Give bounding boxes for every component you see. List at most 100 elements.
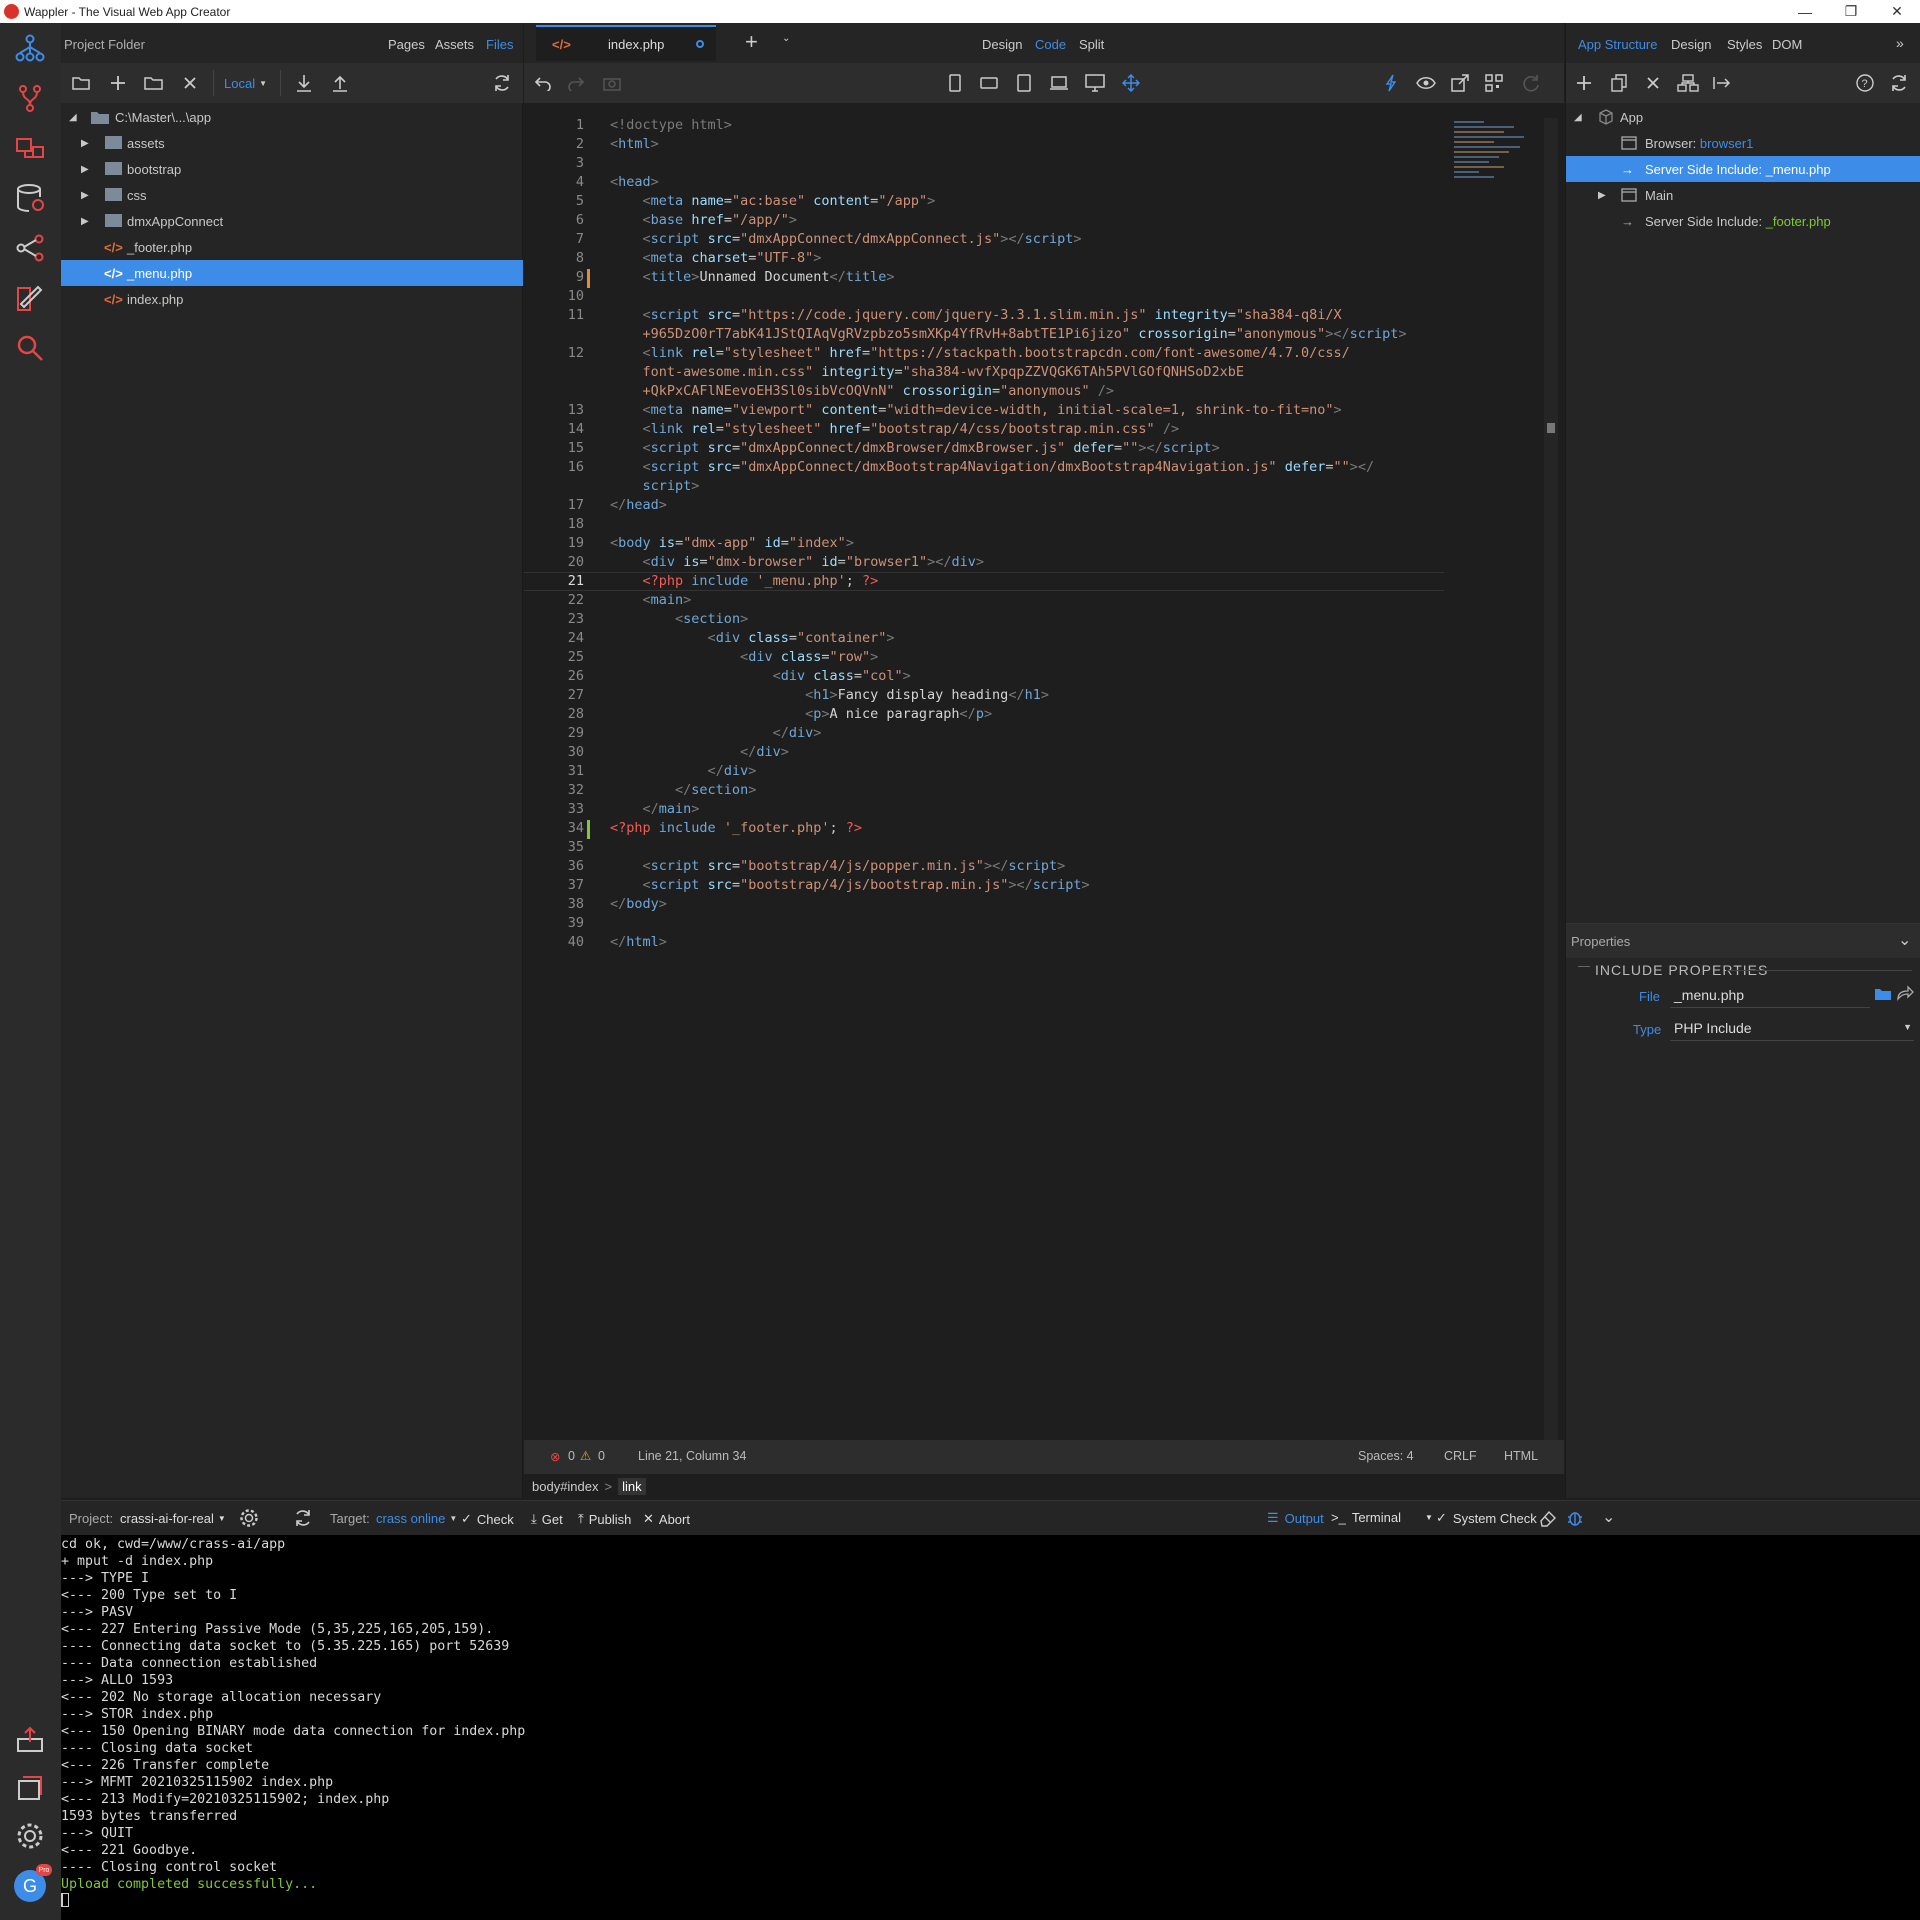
tree-node-main[interactable]: ▶ Main — [1566, 182, 1920, 208]
download-icon[interactable] — [291, 70, 317, 96]
tree-folder[interactable]: ▶ css — [61, 182, 523, 208]
device-phone-landscape-icon[interactable] — [976, 70, 1002, 96]
publish-icon[interactable] — [10, 1720, 50, 1760]
code-line[interactable]: <!doctype html> — [610, 117, 732, 133]
screenshot-icon[interactable] — [599, 70, 625, 96]
maximize-button[interactable]: ❐ — [1828, 0, 1874, 23]
upload-icon[interactable] — [327, 70, 353, 96]
sync-icon[interactable] — [293, 1508, 313, 1528]
tree-node-browser[interactable]: Browser: browser1 — [1566, 130, 1920, 156]
code-line[interactable]: <meta name="viewport" content="width=dev… — [610, 402, 1342, 418]
code-line[interactable]: <link rel="stylesheet" href="https://sta… — [610, 345, 1350, 361]
duplicate-icon[interactable] — [1606, 70, 1632, 96]
indent-setting[interactable]: Spaces: 4 — [1358, 1449, 1414, 1463]
device-laptop-icon[interactable] — [1046, 70, 1072, 96]
code-line[interactable]: </main> — [610, 801, 700, 817]
warning-icon[interactable]: ⚠ — [580, 1448, 591, 1463]
redo-icon[interactable] — [564, 70, 590, 96]
publish-button[interactable]: ⤒ Publish — [578, 1511, 631, 1527]
code-line[interactable]: </body> — [610, 896, 667, 912]
get-button[interactable]: ⤓ Get — [531, 1511, 563, 1527]
device-phone-icon[interactable] — [942, 70, 968, 96]
code-line[interactable]: <base href="/app/"> — [610, 212, 798, 228]
file-field[interactable]: _menu.php — [1670, 982, 1870, 1008]
code-minimap[interactable] — [1454, 118, 1534, 228]
type-select[interactable]: PHP Include ▼ — [1670, 1015, 1914, 1041]
tree-node-menu-include[interactable]: → Server Side Include: _menu.php — [1566, 156, 1920, 182]
target-select[interactable]: Local ▼ — [224, 76, 270, 91]
move-out-icon[interactable] — [1709, 70, 1735, 96]
new-tab-button[interactable]: + — [745, 29, 758, 55]
code-line[interactable]: <script src="dmxAppConnect/dmxAppConnect… — [610, 231, 1082, 247]
cursor-position[interactable]: Line 21, Column 34 — [638, 1449, 746, 1463]
code-line[interactable]: <div class="row"> — [610, 649, 878, 665]
code-line[interactable]: <title>Unnamed Document</title> — [610, 269, 895, 285]
tab-pages[interactable]: Pages — [388, 37, 425, 52]
collapse-panel-icon[interactable]: ⌄ — [1602, 1507, 1615, 1527]
code-line[interactable]: </div> — [610, 725, 822, 741]
workflow-icon[interactable] — [10, 228, 50, 268]
unsaved-dot-icon[interactable] — [696, 40, 704, 48]
line-ending[interactable]: CRLF — [1444, 1449, 1477, 1463]
code-line[interactable]: <script src="bootstrap/4/js/bootstrap.mi… — [610, 877, 1090, 893]
code-line[interactable]: <script src="bootstrap/4/js/popper.min.j… — [610, 858, 1066, 874]
mode-split[interactable]: Split — [1079, 37, 1104, 52]
code-line[interactable]: <script src="dmxAppConnect/dmxBrowser/dm… — [610, 440, 1220, 456]
tree-node-app[interactable]: ◢ App — [1566, 104, 1920, 130]
close-button[interactable]: ✕ — [1874, 0, 1920, 23]
undo-icon[interactable] — [529, 70, 555, 96]
tab-list-chevron-icon[interactable]: ⌄ — [782, 33, 790, 44]
code-line[interactable]: <meta charset="UTF-8"> — [610, 250, 822, 266]
clear-output-icon[interactable] — [1538, 1509, 1556, 1527]
tree-file[interactable]: </> index.php — [61, 286, 523, 312]
minimize-button[interactable]: — — [1782, 0, 1828, 23]
open-browser-icon[interactable] — [1447, 70, 1473, 96]
mode-code[interactable]: Code — [1035, 37, 1066, 52]
project-select[interactable]: crassi-ai-for-real ▼ — [120, 1511, 226, 1526]
code-line[interactable]: <html> — [610, 136, 659, 152]
code-line[interactable]: </html> — [610, 934, 667, 950]
tree-folder[interactable]: ▶ assets — [61, 130, 523, 156]
open-link-icon[interactable] — [1896, 985, 1914, 1001]
preview-eye-icon[interactable] — [1413, 70, 1439, 96]
remove-component-icon[interactable] — [1640, 70, 1666, 96]
breadcrumb-link[interactable]: link — [618, 1477, 646, 1495]
resources-icon[interactable] — [10, 1768, 50, 1808]
qr-code-icon[interactable] — [1481, 70, 1507, 96]
code-line[interactable]: <main> — [610, 592, 692, 608]
live-bolt-icon[interactable] — [1378, 70, 1404, 96]
caret-right-icon[interactable]: ▶ — [81, 216, 89, 227]
code-line[interactable]: <meta name="ac:base" content="/app"> — [610, 193, 936, 209]
language-mode[interactable]: HTML — [1504, 1449, 1538, 1463]
refresh-icon[interactable] — [489, 70, 515, 96]
add-component-icon[interactable] — [1571, 70, 1597, 96]
tree-file[interactable]: </> _footer.php — [61, 234, 523, 260]
code-line[interactable]: <head> — [610, 174, 659, 190]
breadcrumb-body[interactable]: body#index — [532, 1479, 599, 1494]
tab-output[interactable]: ☰ Output — [1267, 1510, 1324, 1526]
scrollbar-thumb[interactable] — [1547, 423, 1555, 433]
wrap-component-icon[interactable] — [1675, 70, 1701, 96]
open-folder-icon[interactable] — [69, 70, 95, 96]
device-full-icon[interactable] — [1118, 70, 1144, 96]
delete-icon[interactable] — [177, 70, 203, 96]
output-console[interactable]: cd ok, cwd=/www/crass-ai/app + mput -d in… — [61, 1536, 1920, 1920]
design-tools-icon[interactable] — [10, 278, 50, 318]
code-line[interactable]: <?php include '_footer.php'; ?> — [610, 820, 862, 836]
tab-index-php[interactable]: </> index.php — [536, 25, 716, 61]
tab-design[interactable]: Design — [1671, 37, 1711, 52]
project-settings-icon[interactable] — [239, 1508, 259, 1528]
new-file-icon[interactable] — [105, 70, 131, 96]
tab-system-check[interactable]: ✓ System Check — [1436, 1510, 1537, 1526]
expand-panels-icon[interactable]: » — [1896, 35, 1904, 51]
help-icon[interactable]: ? — [1852, 70, 1878, 96]
code-line[interactable]: </div> — [610, 744, 789, 760]
code-line[interactable]: font-awesome.min.css" integrity="sha384-… — [610, 364, 1245, 380]
tree-root[interactable]: ◢ C:\Master\...\app — [61, 104, 523, 130]
code-line[interactable]: script> — [610, 478, 700, 494]
app-structure-icon[interactable] — [10, 28, 50, 68]
code-line[interactable]: </section> — [610, 782, 756, 798]
tab-files[interactable]: Files — [486, 37, 513, 52]
caret-right-icon[interactable]: ▶ — [81, 164, 89, 175]
collapse-chevron-icon[interactable]: ⌄ — [1898, 930, 1911, 950]
